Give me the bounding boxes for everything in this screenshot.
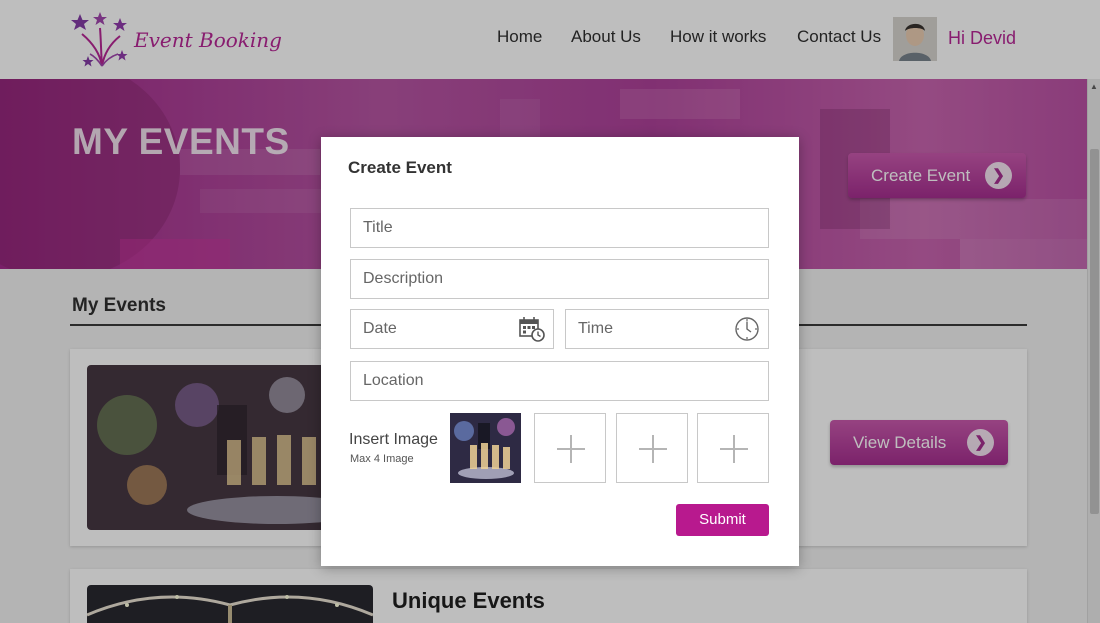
- submit-button[interactable]: Submit: [676, 504, 769, 536]
- insert-image-hint: Max 4 Image: [350, 453, 414, 465]
- title-placeholder: Title: [363, 219, 393, 236]
- add-image-slot[interactable]: [534, 413, 606, 483]
- insert-image-label: Insert Image: [349, 431, 438, 448]
- plus-icon: [720, 435, 748, 463]
- title-field[interactable]: Title: [350, 208, 769, 248]
- location-field[interactable]: Location: [350, 361, 769, 401]
- uploaded-photo: [450, 413, 521, 483]
- date-field[interactable]: Date: [350, 309, 554, 349]
- uploaded-image-thumbnail[interactable]: [450, 413, 521, 483]
- clock-icon[interactable]: [734, 316, 760, 342]
- add-image-slot[interactable]: [697, 413, 769, 483]
- description-placeholder: Description: [363, 270, 444, 287]
- plus-icon: [639, 435, 667, 463]
- add-image-slot[interactable]: [616, 413, 688, 483]
- create-event-modal: Create Event Title Description Date Time: [321, 137, 799, 566]
- time-field[interactable]: Time: [565, 309, 769, 349]
- calendar-clock-icon[interactable]: [519, 316, 545, 342]
- plus-icon: [557, 435, 585, 463]
- modal-title: Create Event: [348, 158, 452, 177]
- date-placeholder: Date: [363, 320, 397, 337]
- description-field[interactable]: Description: [350, 259, 769, 299]
- location-placeholder: Location: [363, 372, 424, 389]
- time-placeholder: Time: [578, 320, 613, 337]
